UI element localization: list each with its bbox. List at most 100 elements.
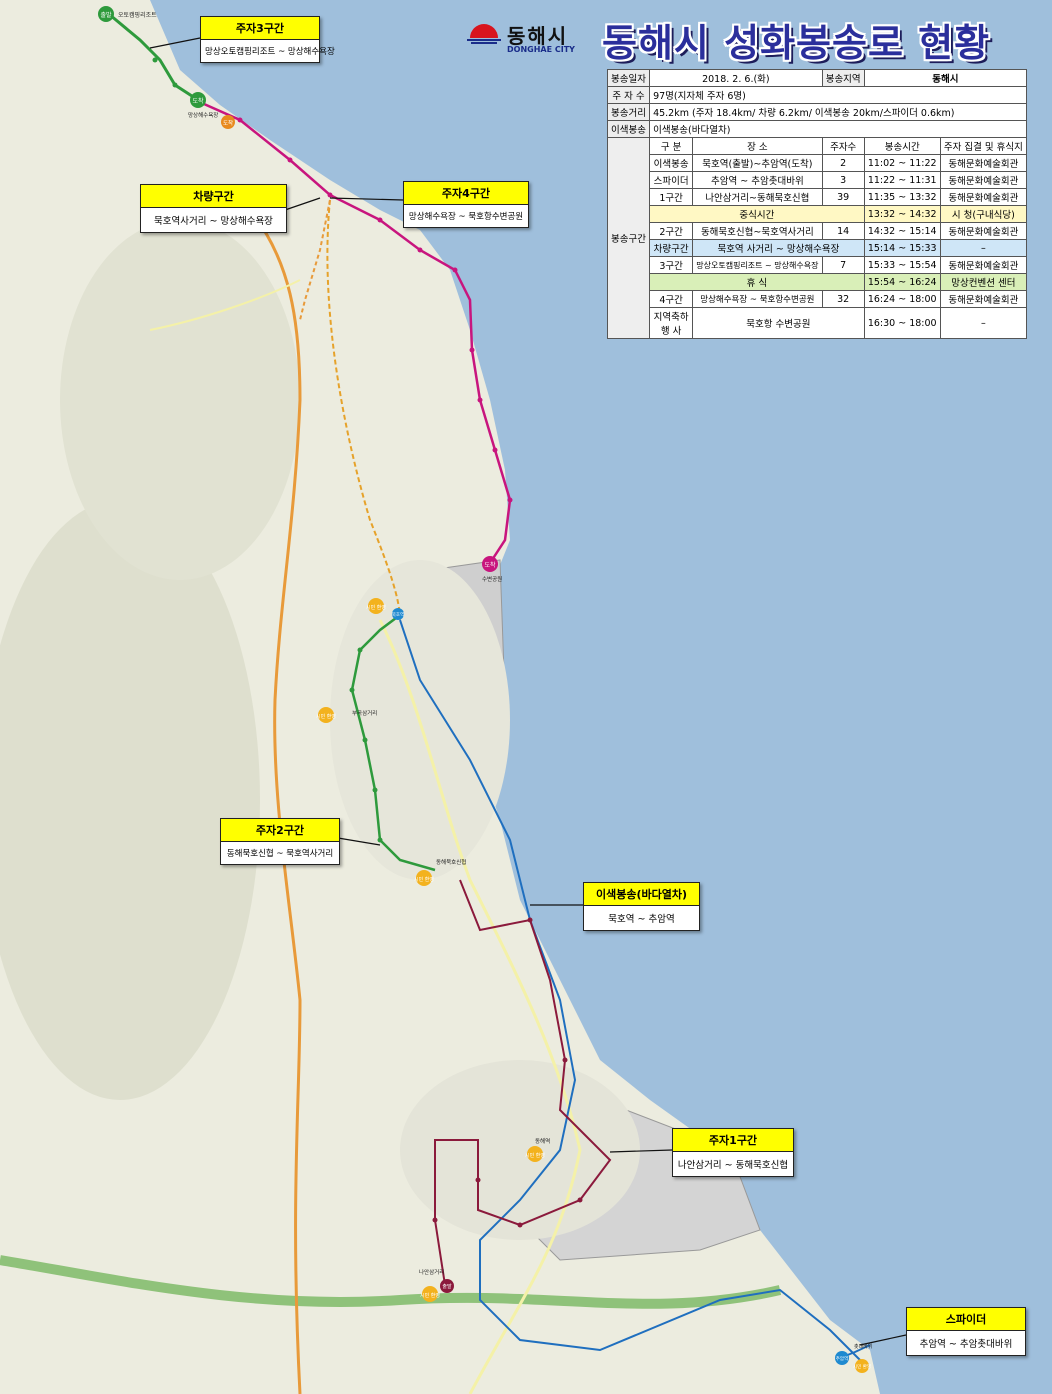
table-row: 1구간 나안삼거리~동해묵호신협 39 11:35 ~ 13:32 동해문화예술회관 <box>608 188 1028 206</box>
runners-value: 97명(지자체 주자 6명) <box>649 86 1027 104</box>
cell: 동해문화예술회관 <box>939 222 1028 240</box>
cell: 13:32 ~ 14:32 <box>863 205 941 223</box>
route-dot <box>492 447 498 453</box>
route-dot <box>577 1197 583 1203</box>
callout-sea-train: 이색봉송(바다열차) 묵호역 ~ 추암역 <box>583 882 700 931</box>
date-label: 봉송일자 <box>606 69 651 87</box>
route-dot <box>349 687 355 693</box>
cell: 이색봉송 <box>649 154 694 172</box>
pin-place: 동해역 <box>535 1137 550 1145</box>
callout-text: 묵호역 ~ 추암역 <box>608 914 675 925</box>
column-header: 봉송시간 <box>863 137 941 155</box>
table-row: 2구간 동해묵호신협~묵호역사거리 14 14:32 ~ 15:14 동해문화예술회관 <box>608 222 1028 240</box>
pin-label: 시민 환영 <box>525 1152 545 1159</box>
callout-title: 차량구간 <box>141 185 286 208</box>
column-header: 주자수 <box>821 137 865 155</box>
pin-place: 부곡삼거리 <box>352 709 377 717</box>
cell: 15:14 ~ 15:33 <box>863 239 941 257</box>
table-header-row: 봉송구간 구 분 장 소 주자수 봉송시간 주자 집결 및 휴식지 <box>606 137 1028 339</box>
cell: 시 청(구내식당) <box>939 205 1028 223</box>
pin-label: 묵호역 <box>392 611 404 618</box>
callout-car-section: 차량구간 묵호역사거리 ~ 망상해수욕장 <box>140 184 287 233</box>
table-row: 봉송거리 45.2km (주자 18.4km/ 차량 6.2km/ 이색봉송 2… <box>606 103 1027 121</box>
brand-subtitle: DONGHAE CITY <box>507 45 575 54</box>
cell: 동해문화예술회관 <box>939 171 1028 189</box>
route-dot <box>469 347 475 353</box>
pin-place: 오토캠핑리조트 <box>118 11 157 19</box>
cell: 1구간 <box>649 188 694 206</box>
cell: – <box>939 307 1028 339</box>
cell: 16:30 ~ 18:00 <box>863 307 941 339</box>
route-dot <box>527 917 533 923</box>
cell: 망상해수욕장 ~ 묵호항수변공원 <box>692 290 823 308</box>
runners-label: 주 자 수 <box>606 86 651 104</box>
pin-label: 시민 환영 <box>853 1363 871 1370</box>
cell: 11:02 ~ 11:22 <box>863 154 941 172</box>
route-dot <box>452 267 458 273</box>
distance-label: 봉송거리 <box>606 103 651 121</box>
callout-title: 주자4구간 <box>404 182 528 205</box>
sun-logo-icon <box>467 24 501 44</box>
cell: 2구간 <box>649 222 694 240</box>
chuam-pins: 추암역 시민 환영 촛대바위 <box>835 1343 872 1373</box>
route-dot <box>475 1177 481 1183</box>
route-dot <box>362 737 368 743</box>
callout-section-1: 주자1구간 나안삼거리 ~ 동해묵호신협 <box>672 1128 794 1177</box>
callout-text: 망상해수욕장 ~ 묵호항수변공원 <box>408 212 524 222</box>
rail-line <box>326 199 401 621</box>
mukho-station-pins: 시민 환영 묵호역 <box>366 598 404 620</box>
column-header: 주자 집결 및 휴식지 <box>939 137 1028 155</box>
cell: 11:22 ~ 11:31 <box>863 171 941 189</box>
route-dot <box>327 192 333 198</box>
callout-title: 주자2구간 <box>221 819 339 842</box>
city-logo: 동해시 DONGHAE CITY <box>465 20 585 56</box>
cell: 묵호항 수변공원 <box>692 307 865 339</box>
cell: 3구간 <box>649 256 694 274</box>
cell: 11:35 ~ 13:32 <box>863 188 941 206</box>
pin-label: 시민 환영 <box>316 713 336 720</box>
naan-pins: 시민 환영 출발 나안삼거리 <box>419 1268 454 1302</box>
table-row: 4구간 망상해수욕장 ~ 묵호항수변공원 32 16:24 ~ 18:00 동해문화예술… <box>608 290 1028 308</box>
callout-section-4: 주자4구간 망상해수욕장 ~ 묵호항수변공원 <box>403 181 529 228</box>
donghae-station-pin: 시민 환영 동해역 <box>525 1137 550 1162</box>
cell: 차량구간 <box>649 239 694 257</box>
cell: 망상오토캠핑리조트 ~ 망상해수욕장 <box>692 256 823 274</box>
route-dot <box>377 837 383 843</box>
route-dot <box>372 787 378 793</box>
route-dot <box>517 1222 523 1228</box>
route-dot <box>377 217 383 223</box>
callout-text: 묵호역사거리 ~ 망상해수욕장 <box>154 216 273 227</box>
pin-label: 시민 환영 <box>420 1292 440 1299</box>
route-dot <box>357 647 363 653</box>
pin-place: 촛대바위 <box>854 1343 872 1350</box>
shinhyup-pins: 시민 환영 동해묵호신협 <box>414 858 466 886</box>
arrival-pin-park: 도착 수변공원 <box>482 556 502 583</box>
table-row: 이색봉송 묵호역(출발)~추암역(도착) 2 11:02 ~ 11:22 동해문화예술회… <box>608 154 1028 172</box>
cell: 14 <box>821 222 865 240</box>
cell: 휴 식 <box>649 273 865 291</box>
callout-text: 나안삼거리 ~ 동해묵호신협 <box>677 1160 789 1171</box>
page-title: 동해시 성화봉송로 현황 <box>602 21 991 65</box>
cell: 14:32 ~ 15:14 <box>863 222 941 240</box>
special-label: 이색봉송 <box>606 120 651 138</box>
route-dot <box>477 397 483 403</box>
date-value: 2018. 2. 6.(화) <box>649 69 823 87</box>
mountain-area <box>0 500 260 1100</box>
distance-value: 45.2km (주자 18.4km/ 차량 6.2km/ 이색봉송 20km/스… <box>649 103 1027 121</box>
pin-label: 도착 <box>223 119 233 127</box>
cell: 39 <box>821 188 865 206</box>
river <box>0 1255 782 1309</box>
route-dot <box>152 57 158 63</box>
callout-text: 동해묵호신협 ~ 묵호역사거리 <box>226 849 334 859</box>
crossing-pin: 시민 환영 부곡삼거리 <box>316 707 377 723</box>
mountain-area <box>60 220 300 580</box>
pin-place: 동해묵호신협 <box>436 858 466 866</box>
cell: 16:24 ~ 18:00 <box>863 290 941 308</box>
table-row: 주 자 수 97명(지자체 주자 6명) <box>606 86 1027 104</box>
pin-place: 망상해수욕장 <box>188 111 218 119</box>
pin-place: 나안삼거리 <box>419 1268 444 1276</box>
cell: 묵호역 사거리 ~ 망상해수욕장 <box>692 239 865 257</box>
route-dot <box>432 1217 438 1223</box>
callout-title: 주자1구간 <box>673 1129 793 1152</box>
table-row: 이색봉송 이색봉송(바다열차) <box>606 120 1027 138</box>
